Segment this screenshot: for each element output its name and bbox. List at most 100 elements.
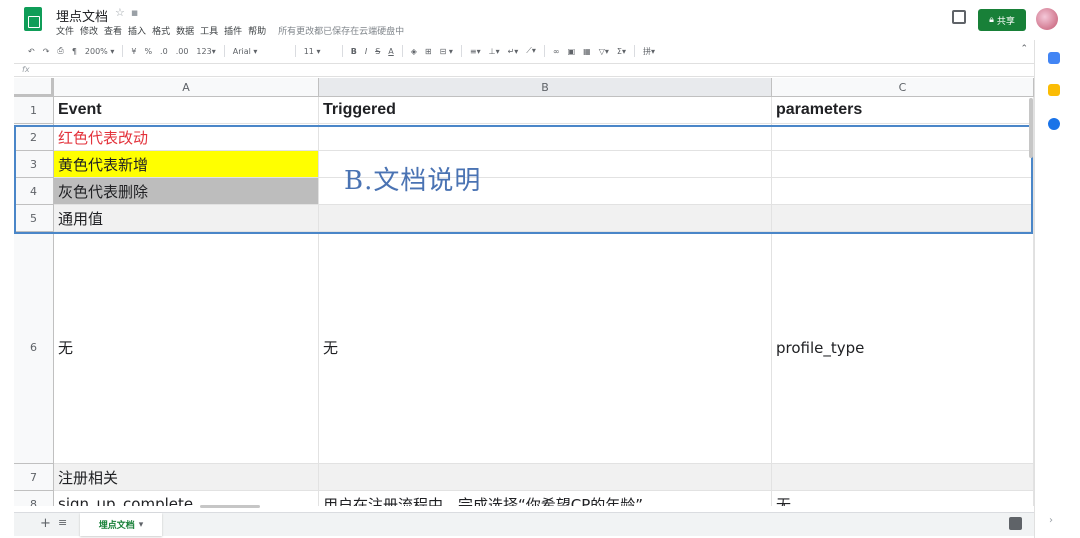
chevron-down-icon[interactable]: ▾ — [139, 520, 144, 530]
select-all-corner[interactable] — [14, 78, 54, 97]
cell-c5[interactable] — [772, 205, 1034, 232]
menu-help[interactable]: 帮助 — [248, 24, 266, 37]
side-panel: › — [1034, 40, 1080, 538]
insert-chart-icon[interactable]: ▦ — [583, 47, 591, 56]
keep-icon[interactable] — [1048, 84, 1060, 96]
avatar[interactable] — [1036, 8, 1058, 30]
formula-bar[interactable]: fx — [14, 63, 1034, 77]
row-header[interactable]: 6 — [14, 232, 54, 464]
text-rotate-icon[interactable]: ⟋▾ — [526, 46, 536, 56]
vertical-scrollbar[interactable] — [1029, 98, 1033, 158]
zoom-select[interactable]: 200% ▾ — [85, 47, 114, 56]
cell-a6[interactable]: 无 — [54, 232, 319, 464]
cell-c2[interactable] — [772, 124, 1034, 151]
cell-b8[interactable]: 用户在注册流程中，完成选择“你希望CP的年龄” — [319, 491, 772, 506]
fill-color-icon[interactable]: ◈ — [411, 47, 417, 56]
cell-a4[interactable]: 灰色代表删除 — [54, 178, 319, 205]
menu-file[interactable]: 文件 — [56, 24, 74, 37]
sheet-grid[interactable]: A B C 1 Event Triggered parameters 2 红色代… — [14, 78, 1034, 506]
calendar-icon[interactable] — [1048, 52, 1060, 64]
redo-icon[interactable]: ↷ — [43, 47, 50, 56]
strikethrough-button[interactable]: S — [375, 47, 380, 56]
cell-b7[interactable] — [319, 464, 772, 491]
row-header[interactable]: 1 — [14, 97, 54, 124]
cell-a5[interactable]: 通用值 — [54, 205, 319, 232]
currency-format-button[interactable]: ¥ — [131, 47, 136, 56]
row-header[interactable]: 8 — [14, 491, 54, 506]
app-header: 埋点文档 ☆▪ 文件 修改 查看 插入 格式 数据 工具 插件 帮助 所有更改都… — [0, 0, 1080, 40]
number-format-select[interactable]: 123▾ — [196, 47, 215, 56]
font-size-select[interactable]: 11 ▾ — [304, 47, 334, 56]
row-header[interactable]: 5 — [14, 205, 54, 232]
toolbar-divider — [633, 45, 635, 57]
undo-icon[interactable]: ↶ — [28, 47, 35, 56]
menu-edit[interactable]: 修改 — [80, 24, 98, 37]
insert-link-icon[interactable]: ∞ — [553, 47, 560, 56]
row-header[interactable]: 2 — [14, 124, 54, 151]
menu-view[interactable]: 查看 — [104, 24, 122, 37]
toolbar-divider — [401, 45, 403, 57]
cell-c8[interactable]: 无 — [772, 491, 1034, 506]
insert-comment-icon[interactable]: ▣ — [568, 47, 576, 56]
document-title[interactable]: 埋点文档 — [56, 6, 108, 25]
input-tools-icon[interactable]: 拼▾ — [643, 46, 655, 57]
add-sheet-icon[interactable]: + — [40, 516, 51, 531]
cell-a3[interactable]: 黄色代表新增 — [54, 151, 319, 178]
increase-decimal-button[interactable]: .00 — [176, 47, 189, 56]
cell-c1[interactable]: parameters — [772, 97, 1034, 124]
text-color-button[interactable]: A — [388, 47, 393, 56]
star-folder-icons[interactable]: ☆▪ — [115, 6, 144, 19]
column-header-c[interactable]: C — [772, 78, 1034, 97]
toolbar-divider — [223, 45, 225, 57]
cell-b6[interactable]: 无 — [319, 232, 772, 464]
toolbar-divider — [543, 45, 545, 57]
cell-a2[interactable]: 红色代表改动 — [54, 124, 319, 151]
print-icon[interactable]: ⎙ — [57, 46, 63, 56]
decrease-decimal-button[interactable]: .0 — [160, 47, 168, 56]
save-status[interactable]: 所有更改都已保存在云端硬盘中 — [278, 24, 404, 37]
cell-a7[interactable]: 注册相关 — [54, 464, 319, 491]
cell-c4[interactable] — [772, 178, 1034, 205]
cell-b5[interactable] — [319, 205, 772, 232]
vertical-align-icon[interactable]: ⊥▾ — [489, 47, 500, 56]
cell-c6[interactable]: profile_type — [772, 232, 1034, 464]
cell-c7[interactable] — [772, 464, 1034, 491]
sheets-logo-icon[interactable] — [24, 7, 42, 31]
cell-a8[interactable]: sign_up_complete — [54, 491, 319, 506]
column-header-a[interactable]: A — [54, 78, 319, 97]
share-button[interactable]: 🔒︎ 共享 — [978, 9, 1026, 31]
cell-a1[interactable]: Event — [54, 97, 319, 124]
font-select[interactable]: Arial ▾ — [233, 47, 287, 56]
borders-icon[interactable]: ⊞ — [425, 47, 432, 56]
comments-icon[interactable] — [952, 10, 966, 24]
filter-icon[interactable]: ▽▾ — [599, 47, 609, 56]
menu-addons[interactable]: 插件 — [224, 24, 242, 37]
functions-button[interactable]: Σ▾ — [617, 47, 626, 56]
cell-b1[interactable]: Triggered — [319, 97, 772, 124]
paint-format-icon[interactable]: ¶ — [72, 47, 77, 56]
menu-format[interactable]: 格式 — [152, 24, 170, 37]
explore-icon[interactable] — [1009, 517, 1022, 530]
merge-cells-icon[interactable]: ⊟ ▾ — [440, 47, 453, 56]
collapse-toolbar-icon[interactable]: ⌃ — [1020, 44, 1028, 54]
sheet-tab[interactable]: 埋点文档 ▾ — [80, 513, 162, 536]
menu-tools[interactable]: 工具 — [200, 24, 218, 37]
chevron-right-icon[interactable]: › — [1049, 515, 1053, 526]
menu-insert[interactable]: 插入 — [128, 24, 146, 37]
bold-button[interactable]: B — [351, 47, 357, 56]
italic-button[interactable]: I — [365, 47, 367, 56]
toolbar: ↶ ↷ ⎙ ¶ 200% ▾ ¥ % .0 .00 123▾ Arial ▾ 1… — [0, 40, 1034, 62]
cell-c3[interactable] — [772, 151, 1034, 178]
horizontal-align-icon[interactable]: ≡▾ — [470, 47, 481, 56]
row-header[interactable]: 7 — [14, 464, 54, 491]
percent-format-button[interactable]: % — [144, 47, 152, 56]
row-header[interactable]: 3 — [14, 151, 54, 178]
text-wrap-icon[interactable]: ↵▾ — [508, 47, 519, 56]
horizontal-scrollbar[interactable] — [200, 505, 260, 508]
menu-data[interactable]: 数据 — [176, 24, 194, 37]
column-header-b[interactable]: B — [319, 78, 772, 97]
all-sheets-icon[interactable]: ≡ — [58, 516, 67, 529]
row-header[interactable]: 4 — [14, 178, 54, 205]
cell-b2[interactable] — [319, 124, 772, 151]
tasks-icon[interactable] — [1048, 118, 1060, 130]
